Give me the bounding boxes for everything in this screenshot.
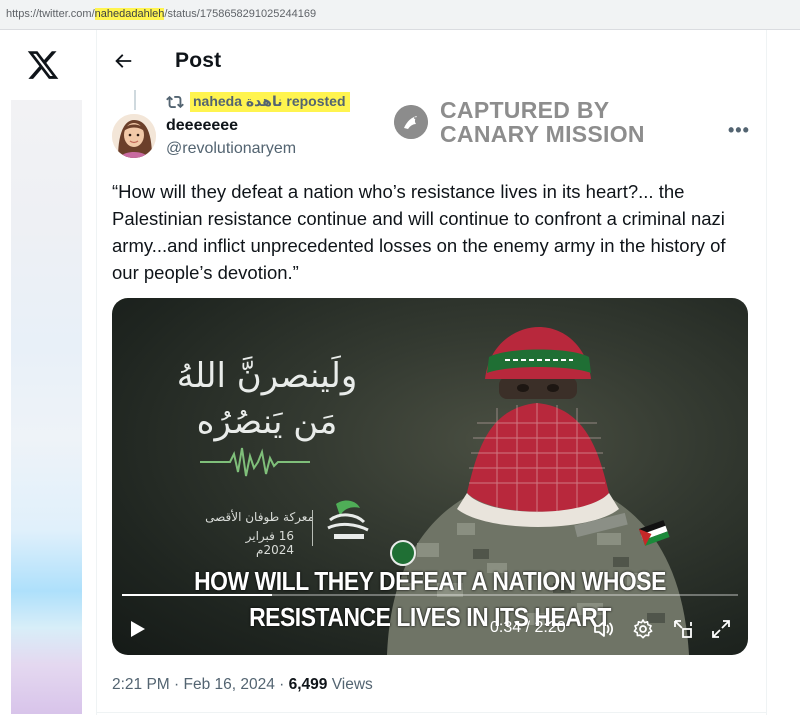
views-count: 6,499 [288, 676, 328, 693]
repost-label: naheda ناهدة reposted [190, 92, 350, 112]
post-timestamp[interactable]: 2:21 PM · Feb 16, 2024 · [112, 676, 289, 693]
watermark-line1: CAPTURED BY [440, 97, 610, 123]
repost-icon [166, 95, 184, 109]
views-label: Views [327, 676, 373, 693]
battle-name-text: معركة طوفان الأقصى [205, 510, 314, 524]
tweet-text: “How will they defeat a nation who’s res… [112, 181, 726, 283]
volume-icon[interactable] [592, 618, 614, 640]
battle-date-text: 16 فبراير 2024م [245, 529, 294, 557]
blurred-sidebar-nav [11, 100, 82, 714]
repost-indicator[interactable]: naheda ناهدة reposted [166, 91, 350, 113]
post-metadata: 2:21 PM · Feb 16, 2024 · 6,499 Views [112, 676, 373, 694]
more-options-icon[interactable]: ••• [728, 120, 750, 141]
fullscreen-icon[interactable] [710, 618, 732, 640]
video-player[interactable]: ولَينصرنَّ اللهُ مَن يَنصُرُه معركة طوفا… [112, 298, 748, 655]
audio-waveform-graphic [200, 447, 310, 477]
video-caption-line2: RESISTANCE LIVES IN ITS HEART [249, 602, 611, 632]
x-logo-icon[interactable] [26, 48, 60, 82]
separator-line [312, 510, 313, 546]
watermark-line2: CANARY MISSION [440, 121, 645, 147]
bottom-divider [97, 712, 766, 713]
page-title: Post [175, 49, 222, 72]
canary-mission-watermark: CAPTURED BY CANARY MISSION [394, 98, 645, 146]
arabic-verse-line2: مَن يَنصُرُه [196, 402, 338, 442]
url-prefix: https://twitter.com/ [6, 8, 95, 20]
picture-in-picture-icon[interactable] [672, 618, 694, 640]
column-divider-left [96, 30, 97, 715]
author-display-name[interactable]: deeeeeee [166, 117, 238, 135]
play-icon[interactable] [126, 618, 148, 640]
video-progress-bar[interactable] [122, 594, 738, 596]
video-progress-fill [122, 594, 272, 596]
back-arrow-icon[interactable] [112, 50, 134, 72]
canary-bird-icon [394, 105, 428, 139]
address-url[interactable]: https://twitter.com/nahedadahleh/status/… [6, 8, 316, 20]
flood-emblem-icon [327, 500, 369, 539]
url-highlighted-username: nahedadahleh [94, 8, 165, 20]
arabic-verse-line1: ولَينصرنَّ اللهُ [176, 356, 358, 396]
video-caption-line1: HOW WILL THEY DEFEAT A NATION WHOSE [194, 566, 666, 596]
browser-address-bar[interactable]: https://twitter.com/nahedadahleh/status/… [0, 0, 800, 30]
url-suffix: /status/1758658291025244169 [164, 8, 317, 20]
settings-gear-icon[interactable] [632, 618, 654, 640]
column-divider-right [766, 30, 767, 715]
avatar[interactable] [112, 114, 156, 158]
video-time-display: 0:34 / 2:20 [490, 619, 566, 636]
thread-line [134, 90, 136, 110]
author-handle[interactable]: @revolutionaryem [166, 140, 296, 158]
